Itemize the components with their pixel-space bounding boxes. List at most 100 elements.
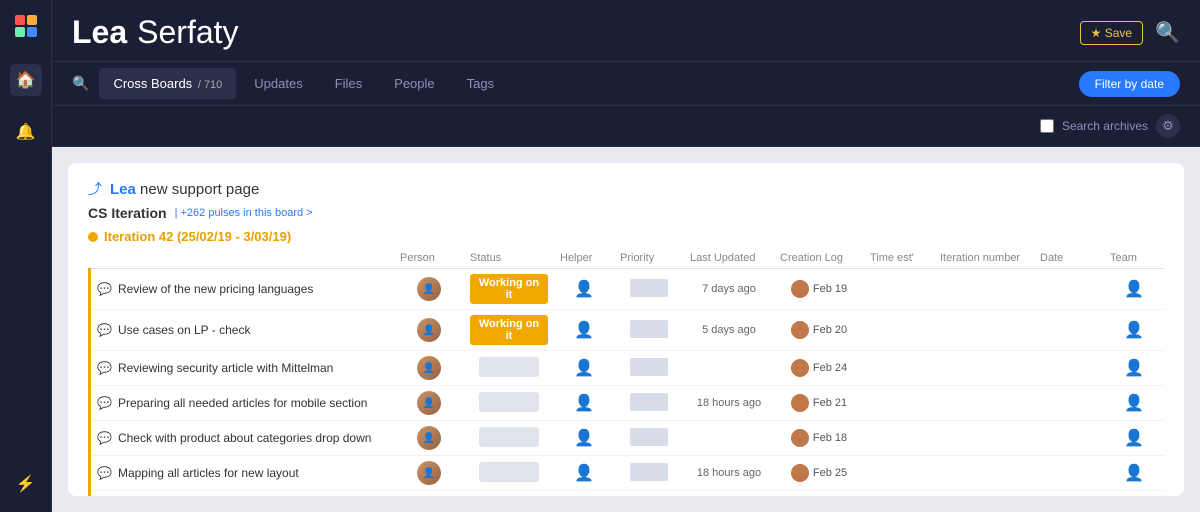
col-date: Date: [1034, 248, 1104, 269]
task-date-cell: [1034, 421, 1104, 456]
task-priority-cell: [614, 310, 684, 351]
status-empty: [479, 392, 539, 412]
sidebar-item-bell[interactable]: 🔔: [10, 116, 42, 148]
search-archives-checkbox[interactable]: [1040, 119, 1054, 133]
avatar: 👤: [417, 391, 441, 415]
team-person-icon: 👤: [1124, 281, 1144, 298]
task-helper-cell: 👤: [554, 421, 614, 456]
tab-tags[interactable]: Tags: [453, 68, 508, 99]
task-name-cell: 💬 Use cases on LP - check: [97, 323, 388, 337]
task-name-cell: 💬 Check with product about categories dr…: [97, 431, 388, 445]
task-person-cell: 👤: [394, 310, 464, 351]
task-time-est-cell: [864, 386, 934, 421]
task-priority-cell: [614, 269, 684, 310]
task-time-est-cell: [864, 269, 934, 310]
task-status-cell[interactable]: Working on it: [464, 269, 554, 310]
tab-cross-boards-count: / 710: [198, 79, 222, 91]
priority-empty: [630, 279, 668, 297]
iteration-header: Iteration 42 (25/02/19 - 3/03/19): [88, 225, 1164, 248]
task-status-cell[interactable]: [464, 421, 554, 456]
table-row: 💬 Use cases on LP - check 👤Working on it…: [90, 310, 1165, 351]
task-team-cell: 👤: [1104, 386, 1164, 421]
tab-updates-label: Updates: [254, 76, 302, 91]
table-row: 💬 Preparing all needed articles for mobi…: [90, 386, 1165, 421]
tab-people[interactable]: People: [380, 68, 448, 99]
table-row: 💬 Review of the new pricing languages 👤 W…: [90, 269, 1165, 310]
col-helper: Helper: [554, 248, 614, 269]
tab-files[interactable]: Files: [321, 68, 376, 99]
task-iteration-cell: [934, 456, 1034, 491]
status-badge: Working on it: [470, 274, 548, 304]
task-status-cell[interactable]: Working on it: [464, 310, 554, 351]
priority-empty: [630, 393, 668, 411]
helper-person-icon: 👤: [574, 281, 594, 298]
task-time-est-cell: [864, 456, 934, 491]
priority-empty: [630, 428, 668, 446]
task-time-est-cell: [864, 351, 934, 386]
task-team-cell: 👤: [1104, 269, 1164, 310]
filter-by-date-button[interactable]: Filter by date: [1079, 71, 1180, 97]
header-actions: ★ Save 🔍: [1080, 20, 1180, 45]
avatar: 👤: [417, 461, 441, 485]
tab-cross-boards-label: Cross Boards: [113, 76, 192, 91]
task-name-text: Reviewing security article with Mittelma…: [118, 361, 333, 375]
task-date-cell: [1034, 351, 1104, 386]
task-person-cell: 👤: [394, 456, 464, 491]
avatar: 👤: [417, 318, 441, 342]
table-header-row: Person Status Helper Priority Last Updat…: [90, 248, 1165, 269]
status-empty: [479, 357, 539, 377]
task-time-est-cell: [864, 421, 934, 456]
user-last-name: Serfaty: [137, 14, 238, 51]
table-row: 💬 Translating scrip videos for growth te…: [90, 491, 1165, 497]
helper-person-icon: 👤: [574, 465, 594, 482]
app-logo[interactable]: [12, 12, 40, 40]
main-content: Lea Serfaty ★ Save 🔍 🔍 Cross Boards / 71…: [52, 0, 1200, 512]
save-button[interactable]: ★ Save: [1080, 21, 1143, 45]
task-creation-log-cell: Feb 24: [774, 351, 864, 386]
helper-person-icon: 👤: [574, 395, 594, 412]
col-last-updated: Last Updated: [684, 248, 774, 269]
sidebar-item-home[interactable]: 🏠: [10, 64, 42, 96]
col-time-est: Time est': [864, 248, 934, 269]
team-person-icon: 👤: [1124, 430, 1144, 447]
table-row: 💬 Reviewing security article with Mittel…: [90, 351, 1165, 386]
page-title: Lea Serfaty: [72, 14, 239, 51]
main-content-area: ⤴ Lea new support page CS Iteration | +2…: [52, 147, 1200, 512]
task-name-cell: 💬 Preparing all needed articles for mobi…: [97, 396, 388, 410]
task-priority-cell: [614, 491, 684, 497]
task-status-cell[interactable]: Done: [464, 491, 554, 497]
task-date-cell: [1034, 269, 1104, 310]
task-helper-cell: 👤: [554, 310, 614, 351]
pulses-link[interactable]: | +262 pulses in this board >: [175, 207, 313, 219]
sidebar-item-lightning[interactable]: ⚡: [10, 468, 42, 500]
tasks-table: Person Status Helper Priority Last Updat…: [88, 248, 1164, 496]
settings-gear-icon[interactable]: ⚙: [1156, 114, 1180, 138]
col-team: Team: [1104, 248, 1164, 269]
task-status-cell[interactable]: [464, 351, 554, 386]
navigation-bar: 🔍 Cross Boards / 710 Updates Files Peopl…: [52, 62, 1200, 106]
task-creation-log-cell: Feb 21: [774, 386, 864, 421]
task-iteration-cell: [934, 351, 1034, 386]
nav-search-icon[interactable]: 🔍: [72, 75, 89, 92]
creation-date: Feb 25: [813, 467, 847, 479]
team-person-icon: 👤: [1124, 322, 1144, 339]
tab-updates[interactable]: Updates: [240, 68, 316, 99]
task-date-cell: [1034, 491, 1104, 497]
task-helper-cell: 👤: [554, 491, 614, 497]
tab-cross-boards[interactable]: Cross Boards / 710: [99, 68, 236, 99]
task-status-cell[interactable]: [464, 386, 554, 421]
task-last-updated-cell: [684, 491, 774, 497]
task-creation-log-cell: Feb 20: [774, 310, 864, 351]
task-team-cell: 👤: [1104, 491, 1164, 497]
board-page-title: Lea new support page: [110, 181, 259, 198]
header-search-icon[interactable]: 🔍: [1155, 20, 1180, 45]
task-team-cell: 👤: [1104, 421, 1164, 456]
task-status-cell[interactable]: [464, 456, 554, 491]
task-name-cell: 💬 Review of the new pricing languages: [97, 282, 388, 296]
task-creation-log-cell: Feb 25: [774, 456, 864, 491]
share-icon[interactable]: ⤴: [88, 179, 102, 199]
sidebar: 🏠 🔔 ⚡: [0, 0, 52, 512]
task-name-text: Mapping all articles for new layout: [118, 466, 299, 480]
board-card-header: ⤴ Lea new support page: [88, 179, 1164, 199]
status-empty: [479, 427, 539, 447]
